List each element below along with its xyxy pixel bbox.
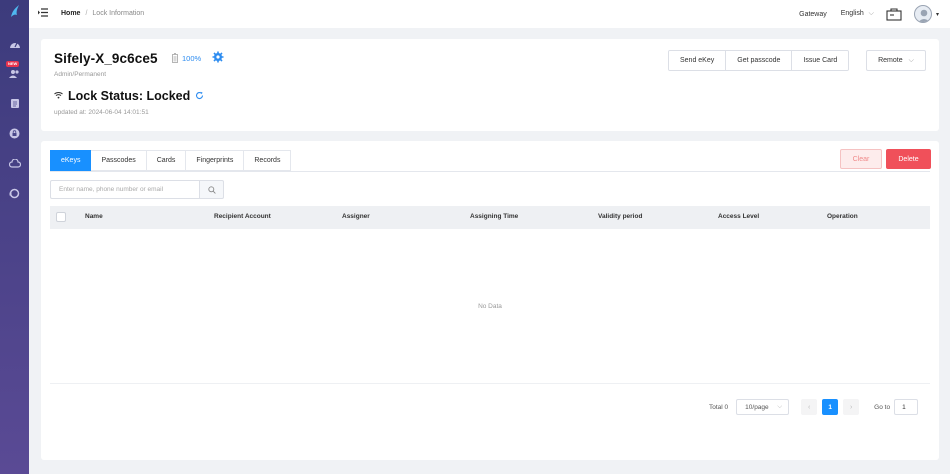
column-operation: Operation [827,213,858,220]
page-button-1[interactable]: 1 [822,399,839,415]
select-all-checkbox[interactable] [56,212,66,222]
table-bottom-divider [50,383,930,384]
get-passcode-button[interactable]: Get passcode [726,51,793,70]
tabs-divider [50,171,930,172]
empty-state: No Data [478,303,502,310]
topbar-right: Gateway English ⌵ ▾ [799,0,950,28]
logo-icon[interactable] [8,4,21,17]
lock-action-buttons: Send eKey Get passcode Issue Card [668,50,850,71]
goto-label: Go to [874,403,891,411]
breadcrumb: Home / Lock Information [61,10,144,17]
column-assigning-time: Assigning Time [470,213,519,220]
support-icon[interactable] [8,187,21,200]
breadcrumb-current: Lock Information [92,10,145,17]
breadcrumb-separator: / [85,10,88,17]
column-recipient-account: Recipient Account [214,213,271,220]
search-bar [50,180,224,199]
remote-label: Remote [878,57,903,64]
gateway-link[interactable]: Gateway [799,11,827,18]
battery-icon [172,53,178,63]
records-icon[interactable] [8,97,21,110]
avatar-caret-icon[interactable]: ▾ [936,11,939,18]
page-size-select[interactable]: 10/page ⌵ [736,399,790,415]
refresh-icon[interactable] [195,91,204,102]
lock-status-row: Lock Status: Locked [54,89,204,103]
send-ekey-button[interactable]: Send eKey [669,51,727,70]
remote-dropdown[interactable]: Remote ⌵ [866,50,926,71]
column-name: Name [85,213,103,220]
next-page-button[interactable]: › [843,399,860,415]
language-label: English [840,10,864,17]
search-input[interactable] [50,180,199,199]
tabs: eKeys Passcodes Cards Fingerprints Recor… [50,150,292,171]
tab-records[interactable]: Records [244,150,292,171]
tab-ekeys[interactable]: eKeys [50,150,92,171]
sidebar: NEW [0,0,29,474]
dashboard-icon[interactable] [8,37,21,50]
menu-toggle-icon[interactable] [38,8,49,19]
tab-passcodes[interactable]: Passcodes [91,150,147,171]
ekeys-card: eKeys Passcodes Cards Fingerprints Recor… [41,141,939,460]
table-header: Name Recipient Account Assigner Assignin… [50,206,930,229]
breadcrumb-home[interactable]: Home [61,10,80,17]
chevron-down-icon: ⌵ [908,56,914,64]
lock-status: Lock Status: Locked [68,89,191,103]
tab-cards[interactable]: Cards [146,150,187,171]
goto-page: Go to 1 [874,399,919,415]
lock-role: Admin/Permanent [54,71,107,78]
issue-card-button[interactable]: Issue Card [792,51,849,70]
users-icon[interactable] [8,67,21,80]
lock-info-card: Sifely-X_9c6ce5 100% Admin/Permanent Loc… [41,39,939,131]
goto-page-input[interactable]: 1 [894,399,919,415]
battery-indicator: 100% [172,53,201,63]
clear-button[interactable]: Clear [840,149,882,169]
column-assigner: Assigner [342,213,370,220]
gear-icon[interactable] [212,51,224,65]
page-size-label: 10/page [745,403,769,411]
briefcase-icon[interactable] [886,7,902,21]
updated-time: updated at: 2024-06-04 14:01:51 [54,109,149,116]
topbar: Home / Lock Information Gateway English … [29,0,950,28]
battery-level: 100% [182,53,202,63]
search-icon[interactable] [199,180,224,199]
tab-fingerprints[interactable]: Fingerprints [186,150,245,171]
language-select[interactable]: English ⌵ [841,10,874,18]
column-access-level: Access Level [718,213,760,220]
cloud-icon[interactable] [8,157,21,170]
wifi-icon [54,91,63,101]
lock-name: Sifely-X_9c6ce5 [54,51,158,66]
delete-button[interactable]: Delete [886,149,931,169]
pagination: Total 0 10/page ⌵ ‹ 1 › Go to 1 [709,399,919,415]
prev-page-button[interactable]: ‹ [801,399,818,415]
lock-icon[interactable] [8,127,21,140]
column-validity-period: Validity period [598,213,643,220]
pagination-total: Total 0 [709,403,729,411]
chevron-down-icon: ⌵ [777,403,783,410]
avatar[interactable] [913,5,932,23]
chevron-down-icon: ⌵ [868,10,874,17]
